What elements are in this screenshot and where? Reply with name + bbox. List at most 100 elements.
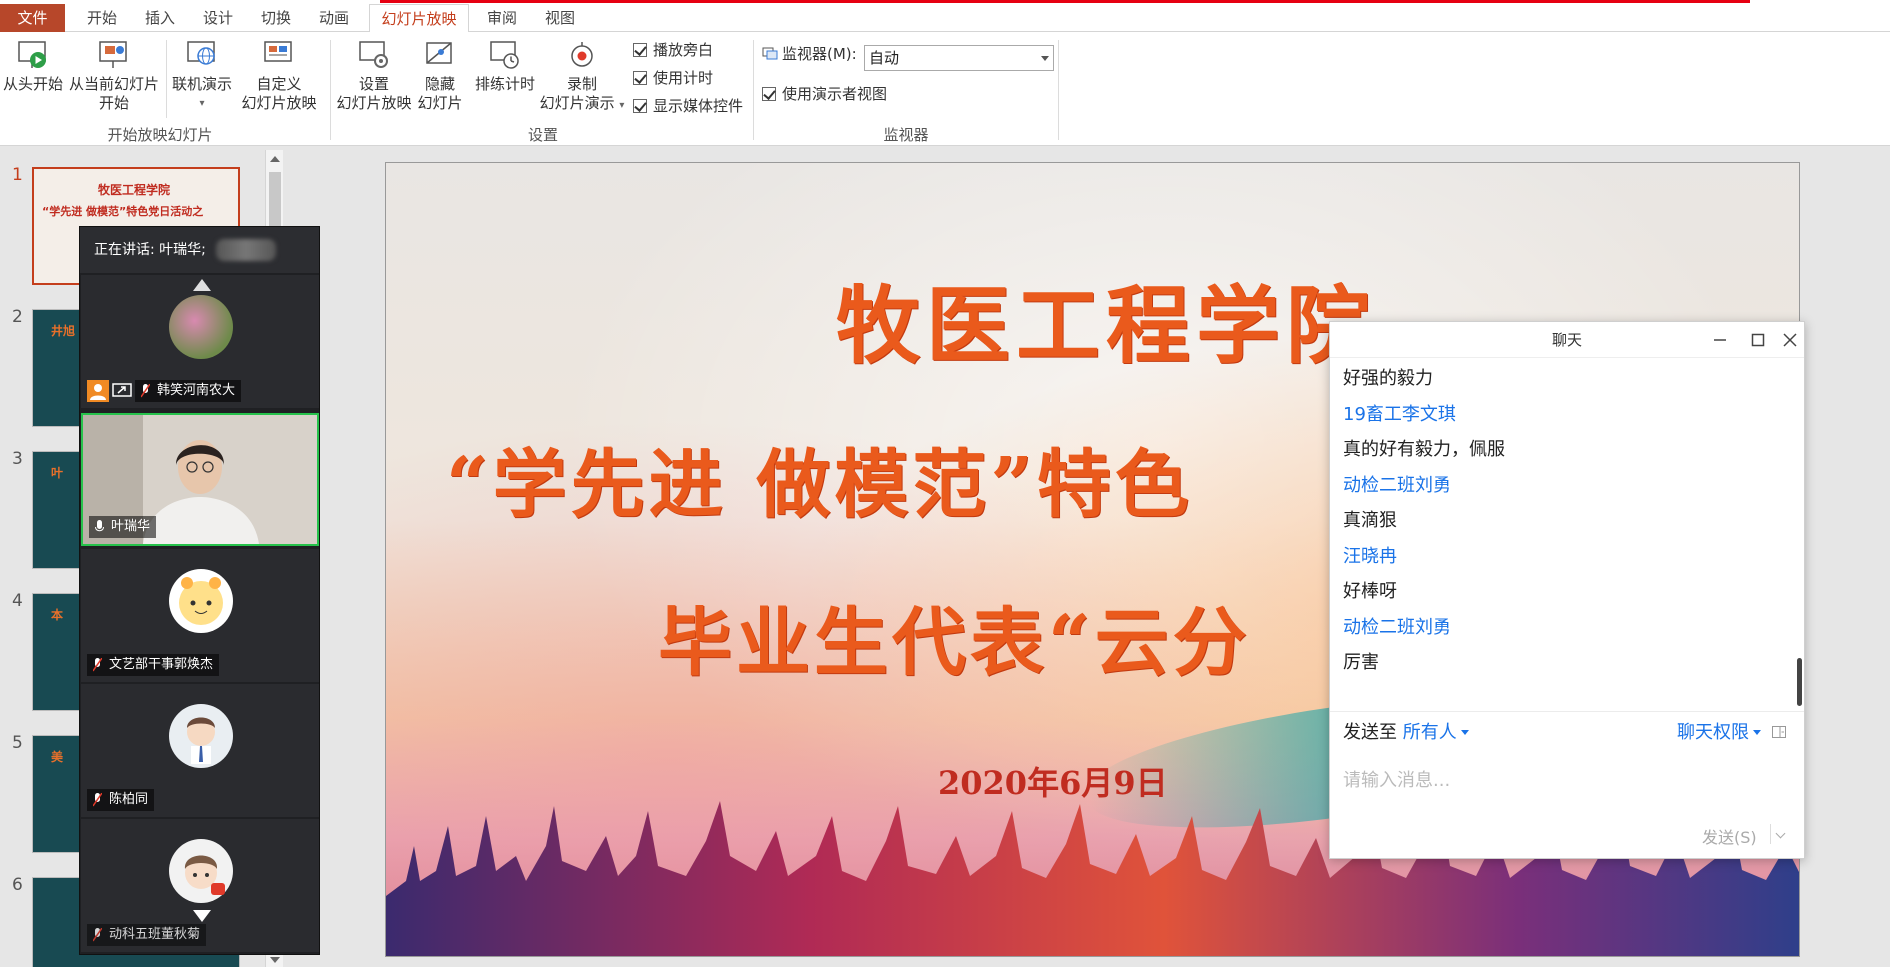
tab-review[interactable]: 审阅	[478, 4, 526, 32]
send-button[interactable]: 发送(S)	[1702, 824, 1757, 848]
slide-title-line-3[interactable]: 毕业生代表“云分	[658, 583, 1251, 690]
custom-show-button[interactable]: 自定义 幻灯片放映	[236, 38, 322, 113]
tab-design[interactable]: 设计	[194, 4, 242, 32]
tab-slideshow[interactable]: 幻灯片放映	[369, 4, 469, 33]
meeting-participants-panel: 正在讲话: 叶瑞华; 韩笑河南农大 叶瑞华 文艺部干事郭焕杰 陈柏同 动科五班董…	[79, 226, 320, 955]
scroll-up-icon[interactable]	[270, 156, 280, 162]
participant-name-tag: 叶瑞华	[89, 516, 157, 538]
chat-message-text: 好强的毅力	[1343, 368, 1433, 389]
thumbnail-1-title-1: 牧医工程学院	[98, 183, 171, 197]
record-icon	[571, 42, 593, 67]
speaking-name: 叶瑞华;	[159, 242, 206, 258]
online-present-dropdown-icon[interactable]: ▾	[170, 94, 234, 113]
participant-name-tag: 韩笑河南农大	[135, 380, 242, 402]
slide-title-line-1[interactable]: 牧医工程学院	[836, 259, 1376, 380]
send-options-dropdown[interactable]	[1770, 824, 1790, 844]
mic-muted-icon	[93, 793, 102, 807]
presenter-view-checkbox[interactable]: 使用演示者视图	[762, 84, 887, 104]
use-timings-checkbox[interactable]: 使用计时	[633, 68, 713, 88]
group-label-monitors: 监视器	[883, 126, 929, 144]
participant-tile-speaking[interactable]: 叶瑞华	[81, 413, 319, 546]
scrollbar-thumb[interactable]	[269, 172, 281, 232]
tab-view[interactable]: 视图	[536, 4, 584, 32]
record-label-2-text: 幻灯片演示	[539, 94, 615, 112]
thumbnail-number: 6	[12, 875, 23, 895]
from-beginning-label: 从头开始	[2, 75, 63, 93]
show-media-controls-checkbox[interactable]: 显示媒体控件	[633, 96, 743, 116]
tab-insert[interactable]: 插入	[136, 4, 184, 32]
chat-message-text: 真滴狠	[1343, 510, 1397, 531]
close-icon[interactable]	[1780, 330, 1800, 350]
thumbnail-1-title-2: “学先进 做模范”特色党日活动之	[42, 205, 204, 218]
chat-title[interactable]: 聊天	[1330, 322, 1804, 358]
monitor-select-value: 自动	[869, 49, 900, 67]
online-present-label: 联机演示	[171, 75, 232, 93]
rehearse-timings-label: 排练计时	[474, 75, 535, 93]
checkbox-checked-icon	[762, 87, 776, 101]
screen-share-icon	[112, 383, 132, 397]
record-dropdown-icon[interactable]: ▾	[619, 100, 624, 111]
from-beginning-button[interactable]: 从头开始	[2, 38, 64, 94]
ribbon-separator	[753, 40, 754, 140]
scroll-down-arrow-icon[interactable]	[193, 910, 211, 922]
participant-name: 文艺部干事郭焕杰	[109, 657, 214, 672]
scroll-down-icon[interactable]	[270, 957, 280, 963]
thumbnail-number: 2	[12, 307, 23, 327]
host-icon	[87, 380, 109, 402]
play-narrations-label: 播放旁白	[653, 41, 714, 59]
tab-transitions[interactable]: 切换	[252, 4, 300, 32]
slide-title-line-2[interactable]: “学先进 做模范”特色	[446, 425, 1193, 532]
chat-permission-button[interactable]: 聊天权限	[1677, 718, 1787, 744]
chat-message-input[interactable]	[1343, 750, 1791, 810]
slideshow-play-icon	[18, 41, 46, 68]
monitor-label-row: 监视器(M):	[762, 44, 857, 64]
from-current-button[interactable]: 从当前幻灯片 开始	[66, 38, 162, 113]
checkbox-checked-icon	[633, 43, 647, 57]
record-label-1: 录制	[566, 75, 597, 93]
scroll-up-arrow-icon[interactable]	[193, 279, 211, 291]
maximize-icon[interactable]	[1748, 330, 1768, 350]
show-media-controls-label: 显示媒体控件	[653, 97, 744, 115]
online-present-button[interactable]: 联机演示 ▾	[170, 38, 234, 113]
setup-show-button[interactable]: 设置 幻灯片放映	[336, 38, 412, 113]
rehearse-timings-button[interactable]: 排练计时	[472, 38, 538, 94]
chat-sender-name[interactable]: 动检二班刘勇	[1343, 613, 1451, 639]
screenshot-icon[interactable]	[1771, 724, 1787, 740]
participant-tile[interactable]: 动科五班董秋菊	[81, 819, 319, 952]
tab-file[interactable]: 文件	[0, 4, 65, 32]
participant-name: 韩笑河南农大	[157, 383, 236, 398]
monitor-select[interactable]: 自动	[864, 45, 1054, 71]
chat-scrollbar[interactable]	[1797, 658, 1802, 706]
tab-home[interactable]: 开始	[78, 4, 126, 32]
play-narrations-checkbox[interactable]: 播放旁白	[633, 40, 713, 60]
cartoon-kid-icon	[184, 855, 225, 895]
send-to-selector[interactable]: 所有人	[1403, 722, 1469, 743]
record-label-2: 幻灯片演示 ▾	[538, 94, 626, 115]
hide-slide-icon	[426, 42, 452, 64]
chat-message-text: 好棒呀	[1343, 581, 1397, 602]
setup-show-label-1: 设置	[358, 75, 389, 93]
chat-sender-name[interactable]: 汪晓冉	[1343, 542, 1397, 568]
minimize-icon[interactable]	[1710, 330, 1730, 350]
hide-slide-button[interactable]: 隐藏 幻灯片	[414, 38, 466, 113]
record-slideshow-button[interactable]: 录制 幻灯片演示 ▾	[538, 38, 626, 115]
speaking-prefix: 正在讲话:	[94, 242, 155, 258]
chat-sender-name[interactable]: 19畜工李文琪	[1343, 400, 1456, 426]
chat-sender-name[interactable]: 动检二班刘勇	[1343, 471, 1451, 497]
thumbnail-3-title: 叶	[51, 466, 64, 480]
mic-active-icon	[95, 520, 104, 532]
hide-slide-label-2: 幻灯片	[417, 94, 463, 112]
thumbnail-2-title: 井旭	[51, 324, 76, 338]
chevron-down-icon	[1460, 730, 1469, 735]
thumbnail-number: 1	[12, 165, 23, 185]
participant-name: 叶瑞华	[111, 519, 151, 534]
tab-animations[interactable]: 动画	[310, 4, 358, 32]
participant-tile[interactable]: 韩笑河南农大	[81, 275, 319, 408]
thumbnail-4-title: 本	[51, 608, 64, 622]
monitor-label: 监视器(M):	[782, 45, 857, 63]
participant-tile[interactable]: 文艺部干事郭焕杰	[81, 549, 319, 682]
chat-window: 聊天 好强的毅力 19畜工李文琪 真的好有毅力，佩服 动检二班刘勇 真滴狠 汪晓…	[1329, 321, 1805, 859]
setup-show-label-2: 幻灯片放映	[336, 94, 412, 112]
chat-message-text: 真的好有毅力，佩服	[1343, 439, 1505, 460]
participant-tile[interactable]: 陈柏同	[81, 684, 319, 817]
